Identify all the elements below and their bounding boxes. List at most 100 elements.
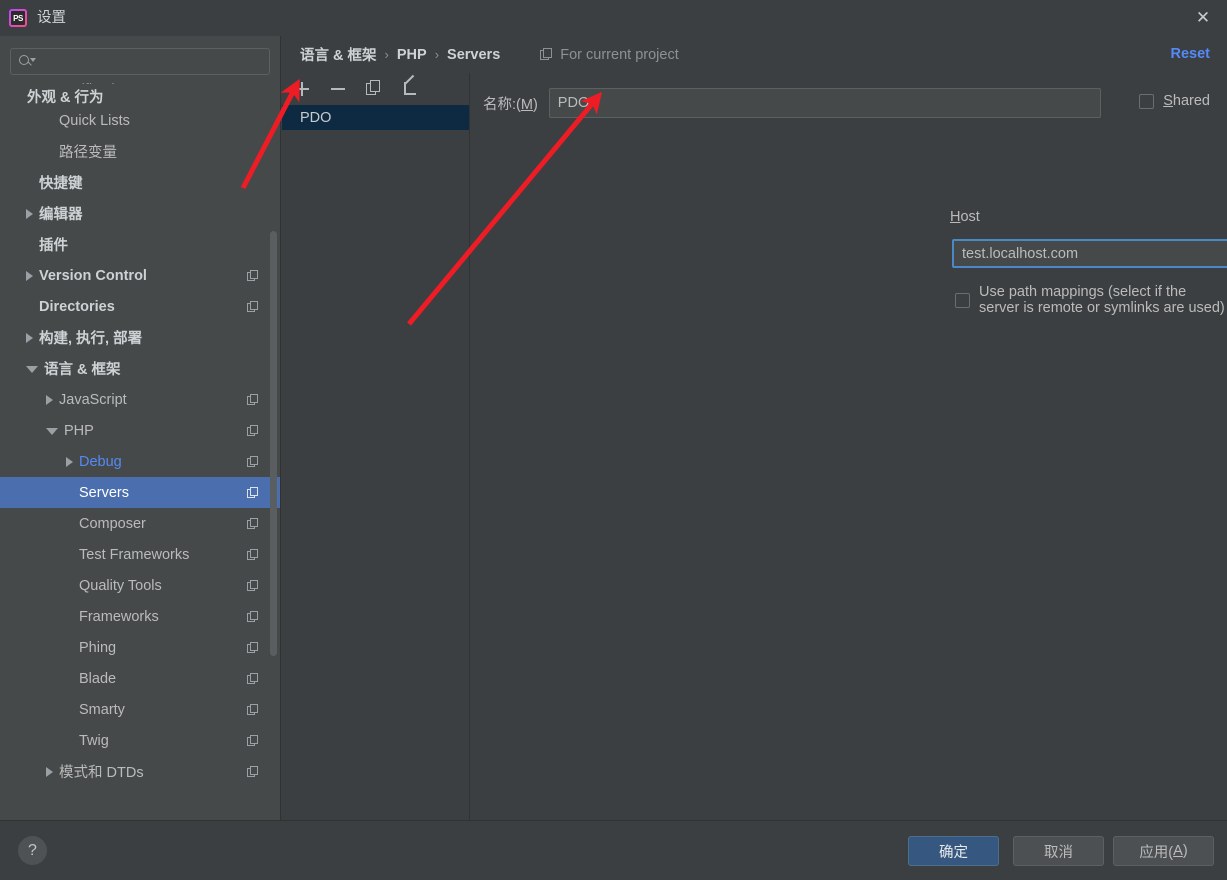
- project-scope-icon: [247, 486, 259, 499]
- project-scope-icon: [247, 393, 259, 406]
- chevron-right-icon[interactable]: [26, 270, 33, 281]
- sidebar-item-phing[interactable]: Phing: [0, 632, 280, 663]
- sidebar-item-quality-tools[interactable]: Quality Tools: [0, 570, 280, 601]
- sidebar-item-[interactable]: 插件: [0, 229, 280, 260]
- shared-mnemonic: S: [1163, 93, 1173, 109]
- window-title: 设置: [37, 10, 66, 26]
- sidebar-scrollbar[interactable]: [269, 84, 278, 820]
- sidebar-item-[interactable]: 构建, 执行, 部署: [0, 322, 280, 353]
- sidebar-item-debug[interactable]: Debug: [0, 446, 280, 477]
- chevron-right-icon[interactable]: [26, 208, 33, 219]
- sidebar-scrollbar-thumb[interactable]: [270, 231, 277, 656]
- apply-mnemonic: A: [1173, 843, 1183, 859]
- minus-icon[interactable]: [328, 79, 348, 99]
- search-box[interactable]: [10, 48, 270, 75]
- breadcrumb-item-1[interactable]: PHP: [397, 47, 427, 63]
- sidebar-item-frameworks[interactable]: Frameworks: [0, 601, 280, 632]
- project-scope-icon: [247, 641, 259, 654]
- for-current-project-label: For current project: [540, 47, 679, 63]
- sidebar-item-label: 插件: [39, 238, 68, 254]
- sidebar-item-javascript[interactable]: JavaScript: [0, 384, 280, 415]
- copy-icon[interactable]: [364, 79, 384, 99]
- sidebar-item-label: 编辑器: [39, 207, 83, 223]
- help-icon[interactable]: ?: [18, 836, 47, 865]
- name-input[interactable]: [548, 88, 1101, 118]
- sidebar-item-dtds[interactable]: 模式和 DTDs: [0, 756, 280, 787]
- name-mnemonic: M: [520, 96, 533, 113]
- shared-checkbox-row[interactable]: Shared: [1139, 93, 1210, 109]
- sidebar-item-[interactable]: 编辑器: [0, 198, 280, 229]
- sidebar-item-servers[interactable]: Servers: [0, 477, 280, 508]
- sidebar-item-label: Frameworks: [79, 608, 159, 625]
- project-scope-icon: [247, 424, 259, 437]
- sidebar-item-test-frameworks[interactable]: Test Frameworks: [0, 539, 280, 570]
- reset-link[interactable]: Reset: [1171, 36, 1211, 73]
- project-scope-icon: [247, 610, 259, 623]
- sidebar-item-label: Directories: [39, 298, 115, 315]
- sidebar-item-smarty[interactable]: Smarty: [0, 694, 280, 725]
- search-icon: [19, 54, 36, 69]
- chevron-down-icon[interactable]: [46, 428, 58, 435]
- apply-button[interactable]: 应用(A): [1113, 836, 1214, 866]
- server-detail-form: 名称:(M) Shared Host Port Debugger : Xdebu…: [471, 73, 1227, 820]
- ok-button[interactable]: 确定: [908, 836, 999, 866]
- project-scope-icon: [247, 765, 259, 778]
- sidebar-item-composer[interactable]: Composer: [0, 508, 280, 539]
- sidebar-item-label: 构建, 执行, 部署: [39, 331, 143, 347]
- path-mappings-row[interactable]: Use path mappings (select if the server …: [955, 284, 1227, 316]
- chevron-down-icon[interactable]: [26, 366, 38, 373]
- sidebar-item-label: 模式和 DTDs: [59, 765, 144, 781]
- settings-sidebar: NotificationsQuick Lists路径变量快捷键编辑器插件Vers…: [0, 36, 281, 820]
- sidebar-item-version-control[interactable]: Version Control: [0, 260, 280, 291]
- chevron-right-icon[interactable]: [46, 394, 53, 405]
- chevron-right-icon[interactable]: [26, 332, 33, 343]
- sidebar-item-label: Twig: [79, 732, 109, 749]
- sidebar-item-label: Composer: [79, 515, 146, 532]
- path-mappings-checkbox[interactable]: [955, 292, 970, 308]
- phpstorm-icon: [9, 9, 27, 27]
- sidebar-item-label: Quick Lists: [59, 112, 130, 129]
- sidebar-item-label: PHP: [64, 422, 94, 439]
- project-scope-icon: [247, 300, 259, 313]
- name-label: 名称:(M): [483, 96, 538, 113]
- project-scope-icon: [247, 517, 259, 530]
- list-item[interactable]: PDO: [282, 105, 469, 130]
- sidebar-item-twig[interactable]: Twig: [0, 725, 280, 756]
- project-scope-icon: [247, 548, 259, 561]
- sidebar-item-[interactable]: 语言 & 框架: [0, 353, 280, 384]
- chevron-right-icon[interactable]: [66, 456, 73, 467]
- sidebar-item-label: Version Control: [39, 267, 147, 284]
- plus-icon[interactable]: [292, 79, 312, 99]
- host-mnemonic: H: [950, 209, 961, 225]
- settings-tree: NotificationsQuick Lists路径变量快捷键编辑器插件Vers…: [0, 74, 280, 820]
- project-scope-icon: [247, 703, 259, 716]
- shared-checkbox[interactable]: [1139, 93, 1155, 109]
- sidebar-item-php[interactable]: PHP: [0, 415, 280, 446]
- host-input[interactable]: [952, 239, 1227, 268]
- import-arrow-icon[interactable]: [400, 74, 420, 99]
- close-icon[interactable]: ✕: [1179, 0, 1227, 36]
- server-list-panel: PDO: [282, 73, 470, 820]
- sidebar-item-quick-lists[interactable]: Quick Lists: [0, 105, 280, 136]
- project-scope-icon: [247, 269, 259, 282]
- search-area: [0, 36, 280, 75]
- sidebar-item-label: Debug: [79, 453, 122, 470]
- server-list-toolbar: [282, 73, 469, 105]
- sidebar-item-label: Phing: [79, 639, 117, 656]
- sidebar-item-label: Smarty: [79, 701, 125, 718]
- sidebar-item-label: 快捷键: [39, 176, 83, 192]
- sidebar-item-directories[interactable]: Directories: [0, 291, 280, 322]
- project-scope-icon: [247, 579, 259, 592]
- breadcrumb: 语言 & 框架 › PHP › Servers For current proj…: [282, 36, 1227, 73]
- breadcrumb-item-0[interactable]: 语言 & 框架: [300, 44, 377, 65]
- sidebar-item-[interactable]: 路径变量: [0, 136, 280, 167]
- breadcrumb-separator: ›: [384, 47, 389, 62]
- search-input[interactable]: [34, 53, 269, 70]
- shared-label: Shared: [1163, 93, 1210, 109]
- sidebar-item-blade[interactable]: Blade: [0, 663, 280, 694]
- sidebar-item-label: Test Frameworks: [79, 546, 190, 563]
- sidebar-item-label: JavaScript: [59, 391, 127, 408]
- sidebar-item-[interactable]: 快捷键: [0, 167, 280, 198]
- chevron-right-icon[interactable]: [46, 766, 53, 777]
- cancel-button[interactable]: 取消: [1013, 836, 1104, 866]
